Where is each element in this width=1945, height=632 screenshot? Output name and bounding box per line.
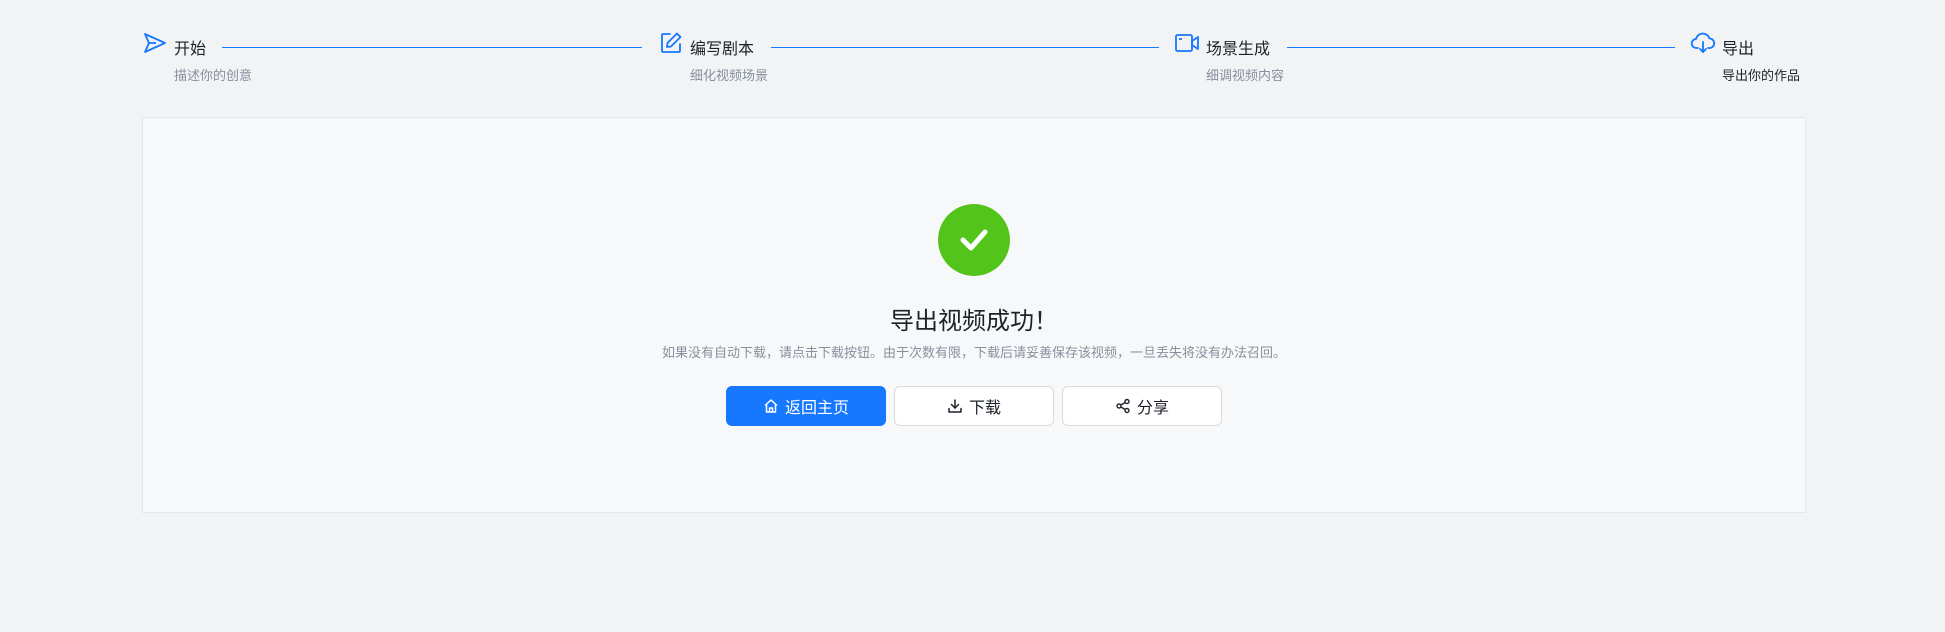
step-title: 场景生成 <box>1206 39 1271 58</box>
result-panel: 导出视频成功！ 如果没有自动下载，请点击下载按钮。由于次数有限，下载后请妥善保存… <box>142 117 1806 513</box>
download-label: 下载 <box>968 398 1001 417</box>
share-icon <box>1115 398 1131 414</box>
download-icon <box>947 398 963 414</box>
step-description: 细调视频内容 <box>1206 69 1285 84</box>
step-description: 导出你的作品 <box>1722 69 1801 84</box>
share-label: 分享 <box>1136 398 1169 417</box>
back-home-button[interactable]: 返回主页 <box>726 386 886 426</box>
result-subtitle: 如果没有自动下载，请点击下载按钮。由于次数有限，下载后请妥善保存该视频，一旦丢失… <box>661 346 1286 361</box>
cloud-download-icon <box>1690 30 1716 56</box>
share-button[interactable]: 分享 <box>1062 386 1222 426</box>
send-icon <box>142 30 168 56</box>
video-camera-icon <box>1174 30 1200 56</box>
check-circle-icon <box>938 204 1010 276</box>
step-description: 细化视频场景 <box>690 69 769 84</box>
step-title: 编写剧本 <box>690 39 755 58</box>
back-home-label: 返回主页 <box>784 398 849 417</box>
step-title: 开始 <box>174 39 207 58</box>
home-icon <box>763 398 779 414</box>
edit-icon <box>658 30 684 56</box>
step-connector <box>222 47 642 48</box>
step-description: 描述你的创意 <box>174 69 253 84</box>
result-title: 导出视频成功！ <box>890 307 1058 335</box>
step-connector <box>1287 47 1675 48</box>
download-button[interactable]: 下载 <box>894 386 1054 426</box>
step-title: 导出 <box>1722 39 1755 58</box>
step-connector <box>771 47 1159 48</box>
export-steps: 开始 描述你的创意 编写剧本 细化视频场景 场景生成 细调视频内容 导出 导出你… <box>142 30 1806 90</box>
result-actions: 返回主页 下载 分享 <box>726 386 1222 426</box>
